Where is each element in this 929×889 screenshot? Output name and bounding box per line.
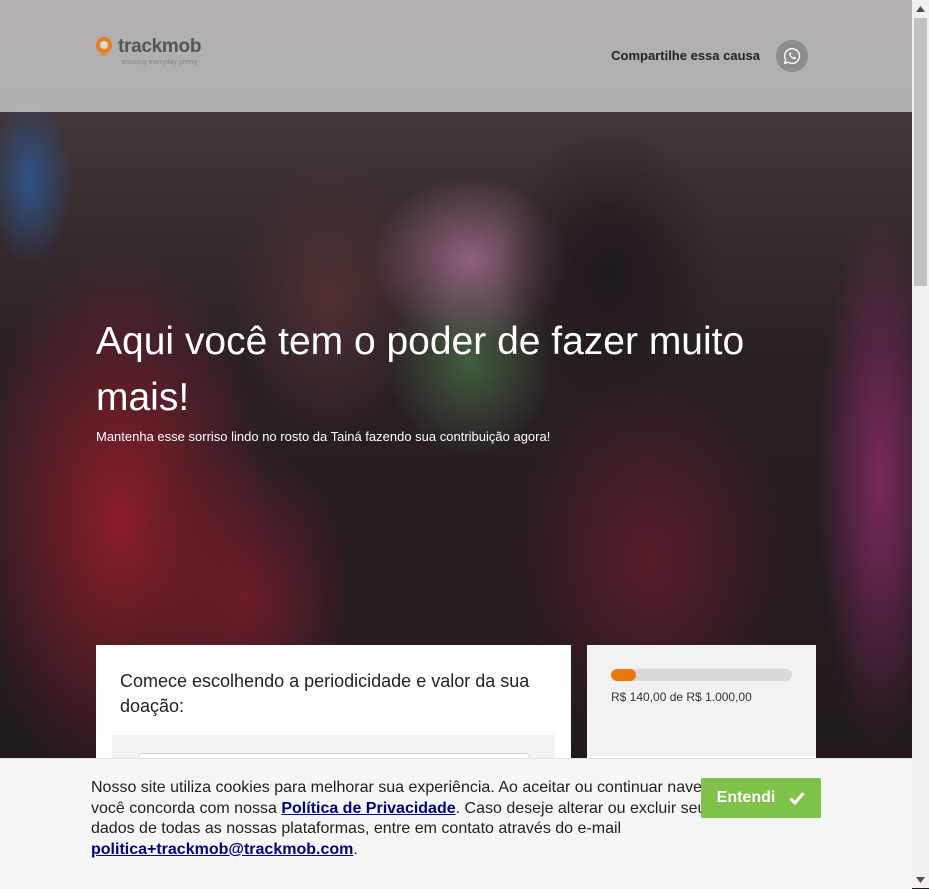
progress-card-header: R$ 140,00 de R$ 1.000,00 bbox=[587, 645, 816, 756]
progress-text: R$ 140,00 de R$ 1.000,00 bbox=[611, 690, 752, 704]
cookie-text: Nosso site utiliza cookies para melhorar… bbox=[91, 778, 751, 860]
vertical-scrollbar[interactable] bbox=[912, 0, 929, 888]
donation-card-title: Comece escolhendo a periodicidade e valo… bbox=[120, 671, 530, 716]
hero-subtitle: Mantenha esse sorriso lindo no rosto da … bbox=[96, 429, 551, 444]
logo-text: trackmob bbox=[118, 36, 202, 57]
hero-title: Aqui você tem o poder de fazer muito mai… bbox=[96, 320, 745, 419]
logo-tagline: tracking everyday giving bbox=[122, 59, 198, 66]
accept-cookies-button[interactable]: Entendi bbox=[701, 778, 821, 818]
cookie-text-part-3: . bbox=[353, 840, 358, 858]
accept-cookies-label: Entendi bbox=[716, 789, 776, 806]
email-link[interactable]: politica+trackmob@trackmob.com bbox=[91, 841, 353, 858]
cookie-banner: Nosso site utiliza cookies para melhorar… bbox=[0, 758, 912, 889]
share-label: Compartilhe essa causa bbox=[611, 48, 760, 63]
scroll-down-arrow-icon[interactable] bbox=[912, 871, 929, 888]
whatsapp-share-button[interactable] bbox=[776, 40, 808, 72]
logo[interactable]: trackmob bbox=[92, 33, 202, 58]
progress-bar bbox=[611, 669, 792, 681]
privacy-policy-link[interactable]: Política de Privacidade bbox=[281, 800, 455, 817]
checkmark-icon bbox=[789, 792, 805, 805]
logo-pin-icon bbox=[92, 33, 116, 57]
header: trackmob tracking everyday giving Compar… bbox=[0, 0, 912, 112]
progress-bar-fill bbox=[611, 669, 637, 681]
scroll-up-arrow-icon[interactable] bbox=[912, 0, 929, 17]
scrollbar-thumb[interactable] bbox=[914, 18, 927, 286]
whatsapp-icon bbox=[783, 47, 801, 65]
